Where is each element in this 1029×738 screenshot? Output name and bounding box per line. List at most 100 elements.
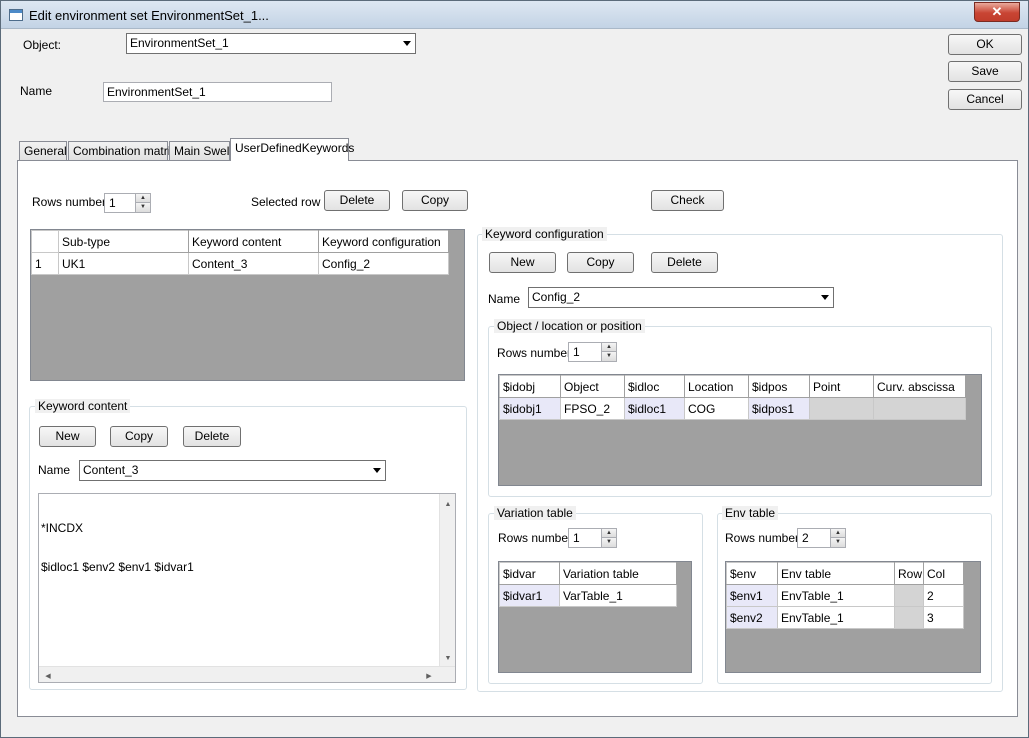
column-header[interactable]: $idvar (499, 562, 560, 585)
keywords-table: Sub-type Keyword content Keyword configu… (30, 229, 465, 381)
table-cell[interactable]: $idvar1 (499, 584, 560, 607)
table-header-row: $idobj Object $idloc Location $idpos Poi… (499, 375, 966, 398)
column-header[interactable]: Point (809, 375, 874, 398)
table-cell[interactable]: EnvTable_1 (777, 606, 895, 629)
content-name-select[interactable]: Content_3 (79, 460, 386, 481)
delete-row-button[interactable]: Delete (324, 190, 390, 211)
table-cell[interactable]: 2 (923, 584, 964, 607)
keyword-content-group-label: Keyword content (35, 399, 131, 413)
copy-content-button[interactable]: Copy (110, 426, 168, 447)
tab-combination-matrix[interactable]: Combination matrix (68, 141, 176, 161)
spin-down-icon[interactable]: ▼ (135, 203, 150, 212)
table-cell[interactable]: EnvTable_1 (777, 584, 895, 607)
table-cell[interactable]: $idloc1 (624, 397, 685, 420)
window-icon (9, 9, 23, 21)
table-cell[interactable]: $env1 (726, 584, 778, 607)
scroll-up-icon[interactable]: ▲ (440, 498, 455, 511)
env-table: $env Env table Row Col $env1 EnvTable_1 … (725, 561, 981, 673)
column-header[interactable]: Keyword content (188, 230, 319, 253)
new-content-button[interactable]: New (39, 426, 96, 447)
close-icon: ✕ (991, 4, 1003, 19)
table-header-row: $idvar Variation table (499, 562, 677, 585)
variation-rows-number-label: Rows number (498, 531, 573, 545)
copy-row-button[interactable]: Copy (402, 190, 468, 211)
keyword-content-textarea[interactable]: *INCDX $idloc1 $env2 $env1 $idvar1 ▲ ▼ ◀… (38, 493, 456, 683)
new-config-button[interactable]: New (489, 252, 556, 273)
table-row[interactable]: $env1 EnvTable_1 2 (726, 584, 964, 607)
vertical-scrollbar[interactable]: ▲ ▼ (439, 494, 455, 666)
table-row[interactable]: $idobj1 FPSO_2 $idloc1 COG $idpos1 (499, 397, 966, 420)
rows-number-stepper[interactable]: 1 ▲ ▼ (104, 193, 151, 213)
horizontal-scrollbar[interactable]: ◀ ▶ (39, 666, 455, 682)
spin-up-icon[interactable]: ▲ (830, 529, 845, 538)
ok-button[interactable]: OK (948, 34, 1022, 55)
table-cell[interactable]: $idobj1 (499, 397, 561, 420)
spin-up-icon[interactable]: ▲ (601, 343, 616, 352)
selected-row-label: Selected row (251, 195, 321, 209)
table-row[interactable]: $env2 EnvTable_1 3 (726, 606, 964, 629)
tab-main-swell[interactable]: Main Swell (169, 141, 232, 161)
table-cell[interactable] (894, 606, 924, 629)
object-select-value: EnvironmentSet_1 (130, 36, 229, 50)
tab-user-defined-keywords[interactable]: UserDefinedKeywords (230, 138, 354, 161)
spin-up-icon[interactable]: ▲ (135, 194, 150, 203)
column-header[interactable]: Col (923, 562, 964, 585)
content-line: $idloc1 $env2 $env1 $idvar1 (41, 560, 194, 574)
copy-config-button[interactable]: Copy (567, 252, 634, 273)
column-header[interactable]: Sub-type (58, 230, 189, 253)
check-button[interactable]: Check (651, 190, 724, 211)
column-header[interactable]: Env table (777, 562, 895, 585)
spin-down-icon[interactable]: ▼ (601, 352, 616, 361)
column-header[interactable]: $env (726, 562, 778, 585)
table-cell[interactable]: Content_3 (188, 252, 319, 275)
object-select[interactable]: EnvironmentSet_1 (126, 33, 416, 54)
table-cell[interactable]: FPSO_2 (560, 397, 625, 420)
table-cell[interactable] (894, 584, 924, 607)
column-header[interactable]: Curv. abscissa (873, 375, 966, 398)
column-header[interactable]: $idobj (499, 375, 561, 398)
table-row[interactable]: $idvar1 VarTable_1 (499, 584, 677, 607)
column-header[interactable]: $idloc (624, 375, 685, 398)
spin-down-icon[interactable]: ▼ (601, 538, 616, 547)
table-corner (31, 230, 59, 253)
spin-down-icon[interactable]: ▼ (830, 538, 845, 547)
scroll-right-icon[interactable]: ▶ (424, 670, 434, 682)
table-cell[interactable] (873, 397, 966, 420)
config-name-select[interactable]: Config_2 (528, 287, 834, 308)
tab-general[interactable]: General (19, 141, 67, 161)
column-header[interactable]: Keyword configuration (318, 230, 449, 253)
delete-config-button[interactable]: Delete (651, 252, 718, 273)
save-button[interactable]: Save (948, 61, 1022, 82)
object-rows-number-label: Rows number (497, 346, 572, 360)
title-bar[interactable]: Edit environment set EnvironmentSet_1...… (1, 1, 1028, 29)
env-rows-number-stepper[interactable]: 2 ▲ ▼ (797, 528, 846, 548)
config-name-label: Name (488, 292, 521, 306)
object-location-group-label: Object / location or position (494, 319, 645, 333)
variation-table: $idvar Variation table $idvar1 VarTable_… (498, 561, 692, 673)
table-cell[interactable]: $idpos1 (748, 397, 810, 420)
column-header[interactable]: $idpos (748, 375, 810, 398)
name-input[interactable]: EnvironmentSet_1 (103, 82, 332, 102)
keyword-configuration-group-label: Keyword configuration (482, 227, 607, 241)
row-index[interactable]: 1 (31, 252, 59, 275)
scroll-down-icon[interactable]: ▼ (440, 652, 455, 665)
scroll-left-icon[interactable]: ◀ (43, 670, 53, 682)
table-cell[interactable] (809, 397, 874, 420)
table-cell[interactable]: COG (684, 397, 749, 420)
column-header[interactable]: Variation table (559, 562, 677, 585)
delete-content-button[interactable]: Delete (183, 426, 241, 447)
close-button[interactable]: ✕ (974, 2, 1020, 22)
object-rows-number-stepper[interactable]: 1 ▲ ▼ (568, 342, 617, 362)
table-cell[interactable]: UK1 (58, 252, 189, 275)
table-cell[interactable]: Config_2 (318, 252, 449, 275)
column-header[interactable]: Row (894, 562, 924, 585)
column-header[interactable]: Location (684, 375, 749, 398)
table-cell[interactable]: 3 (923, 606, 964, 629)
table-cell[interactable]: $env2 (726, 606, 778, 629)
spin-up-icon[interactable]: ▲ (601, 529, 616, 538)
variation-rows-number-stepper[interactable]: 1 ▲ ▼ (568, 528, 617, 548)
cancel-button[interactable]: Cancel (948, 89, 1022, 110)
table-row[interactable]: 1 UK1 Content_3 Config_2 (31, 252, 449, 275)
table-cell[interactable]: VarTable_1 (559, 584, 677, 607)
column-header[interactable]: Object (560, 375, 625, 398)
